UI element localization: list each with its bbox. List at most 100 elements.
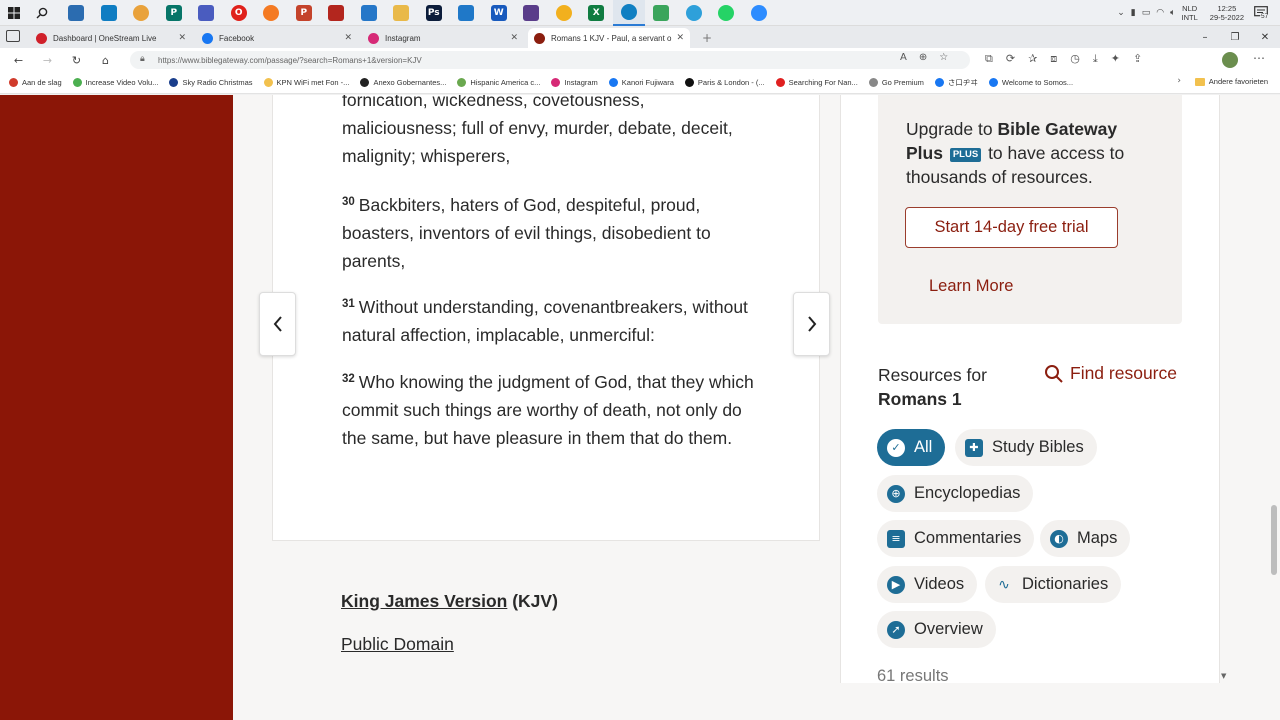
bookmark-item[interactable]: Instagram — [551, 78, 598, 87]
network-icon[interactable]: ▭ — [1142, 8, 1151, 18]
taskbar-app-excel[interactable]: X — [580, 0, 613, 26]
filter-chip-study-bibles[interactable]: ✚ Study Bibles — [955, 429, 1097, 466]
filter-chip-videos[interactable]: ▶ Videos — [877, 566, 978, 603]
taskbar-app-powerpoint[interactable]: P — [288, 0, 321, 26]
panel-scroll-down-icon[interactable]: ▼ — [1221, 672, 1226, 680]
taskbar-app-folder[interactable] — [385, 0, 418, 26]
filter-chip-maps[interactable]: ◐ Maps — [1040, 520, 1131, 557]
usb-icon[interactable]: ▮ — [1131, 8, 1136, 18]
powerpoint-icon: P — [295, 4, 312, 21]
taskbar-app-messenger[interactable] — [743, 0, 776, 26]
taskbar-app-red-app[interactable] — [320, 0, 353, 26]
profile-avatar[interactable] — [1222, 52, 1238, 68]
bookmark-item[interactable]: KPN WiFi met Fon -... — [263, 78, 349, 87]
version-link[interactable]: King James Version — [341, 591, 507, 611]
taskbar-app-edge[interactable] — [612, 0, 645, 26]
learn-more-link[interactable]: Learn More — [929, 277, 1013, 296]
filter-chip-dictionaries[interactable]: ∿ Dictionaries — [985, 566, 1122, 603]
bookmark-item[interactable]: Aan de slag — [9, 78, 62, 87]
new-tab-button[interactable]: + — [702, 31, 712, 45]
browser-tab[interactable]: Romans 1 KJV - Paul, a servant o ✕ — [528, 28, 690, 48]
tab-actions-icon[interactable] — [6, 30, 20, 42]
taskbar-app-telegram[interactable] — [678, 0, 711, 26]
taskbar-app-task-view[interactable] — [60, 0, 93, 26]
wifi-icon[interactable]: ◠ — [1156, 8, 1164, 18]
taskbar-app-mail[interactable] — [353, 0, 386, 26]
browser-tab[interactable]: Facebook ✕ — [196, 28, 358, 48]
sync-icon[interactable]: ⟳ — [1006, 52, 1015, 66]
chevron-up-icon[interactable]: ⌄ — [1117, 8, 1125, 18]
taskbar-app-photoshop[interactable]: Ps — [418, 0, 451, 26]
history-icon[interactable]: ◷ — [1070, 52, 1080, 66]
taskbar-app-firefox[interactable] — [255, 0, 288, 26]
taskbar-app-opera[interactable]: O — [223, 0, 256, 26]
back-button[interactable]: ← — [4, 54, 33, 67]
close-tab-icon[interactable]: ✕ — [676, 33, 684, 43]
favorites-icon[interactable]: ✰ — [1028, 52, 1037, 66]
volume-icon[interactable]: 🔈︎ — [1170, 8, 1175, 18]
start-button[interactable] — [0, 0, 28, 26]
find-resource-link[interactable]: Find resource — [1044, 363, 1177, 384]
language-indicator[interactable]: NLD INTL — [1182, 4, 1198, 22]
forward-button[interactable]: → — [33, 54, 62, 67]
bookmark-item[interactable]: Welcome to Somos... — [988, 78, 1073, 87]
bookmark-item[interactable]: Searching For Nan... — [775, 78, 858, 87]
page-scrollbar[interactable] — [1268, 95, 1280, 720]
taskbar-app-snip[interactable] — [190, 0, 223, 26]
taskbar-app-chat[interactable] — [645, 0, 678, 26]
home-button[interactable]: ⌂ — [91, 54, 120, 67]
bookmark-item[interactable]: Increase Video Volu... — [72, 78, 158, 87]
browser-tab[interactable]: Instagram ✕ — [362, 28, 524, 48]
minimize-button[interactable]: – — [1190, 32, 1220, 43]
copyright-link[interactable]: Public Domain — [341, 634, 454, 655]
notification-center-button[interactable]: 57 — [1254, 5, 1272, 21]
taskbar-app-publisher[interactable]: P — [158, 0, 191, 26]
more-menu-icon[interactable]: ⋯ — [1253, 51, 1265, 65]
taskbar-app-photos[interactable] — [450, 0, 483, 26]
clock[interactable]: 12:25 29-5-2022 — [1210, 4, 1244, 22]
browser-tab[interactable]: Dashboard | OneStream Live ✕ — [30, 28, 192, 48]
add-favorite-icon[interactable]: ☆ — [939, 52, 948, 63]
bookmark-item[interactable]: Hispanic America c... — [457, 78, 540, 87]
address-bar[interactable]: 🔒︎ https://www.biblegateway.com/passage/… — [130, 51, 970, 69]
bookmark-item[interactable]: Sky Radio Christmas — [169, 78, 253, 87]
search-button[interactable] — [28, 0, 56, 26]
bookmark-item[interactable]: Paris & London - (... — [684, 78, 765, 87]
close-tab-icon[interactable]: ✕ — [344, 33, 352, 43]
zoom-icon[interactable]: ⊕ — [919, 52, 927, 63]
close-tab-icon[interactable]: ✕ — [510, 33, 518, 43]
puzzle-icon[interactable]: ✦ — [1111, 52, 1120, 66]
close-window-button[interactable]: ✕ — [1250, 32, 1280, 43]
share-icon[interactable]: ⇪ — [1133, 52, 1142, 66]
bookmark-item[interactable]: さ口ヂヰ — [934, 77, 978, 88]
taskbar-app-canary[interactable] — [548, 0, 581, 26]
filter-chip-overview[interactable]: ➚ Overview — [877, 611, 996, 648]
results-count: 61 results — [877, 667, 949, 685]
previous-chapter-button[interactable] — [259, 292, 296, 356]
restore-button[interactable]: ❐ — [1220, 32, 1250, 43]
taskbar-app-video-editor[interactable] — [515, 0, 548, 26]
collections-icon[interactable]: ⧈ — [1050, 52, 1057, 66]
next-chapter-button[interactable] — [793, 292, 830, 356]
refresh-button[interactable]: ↻ — [62, 54, 91, 67]
close-tab-icon[interactable]: ✕ — [178, 33, 186, 43]
taskbar-app-store[interactable] — [93, 0, 126, 26]
filter-chip-commentaries[interactable]: ≡ Commentaries — [877, 520, 1035, 557]
bookmark-item[interactable]: Go Premium — [868, 78, 924, 87]
study-bible-icon: ✚ — [965, 438, 983, 457]
taskbar-app-word[interactable]: W — [483, 0, 516, 26]
bookmark-item[interactable]: Kanori Fujiwara — [608, 78, 674, 87]
taskbar-app-chrome[interactable] — [125, 0, 158, 26]
filter-chip-all[interactable]: ✓ All — [877, 429, 946, 466]
downloads-icon[interactable]: ⤓ — [1093, 52, 1098, 66]
scrollbar-thumb[interactable] — [1271, 505, 1277, 575]
lock-icon[interactable]: 🔒︎ — [140, 54, 145, 64]
bookmarks-overflow-icon[interactable]: › — [1177, 76, 1181, 86]
start-free-trial-button[interactable]: Start 14-day free trial — [905, 207, 1118, 248]
bookmark-item[interactable]: Anexo Gobernantes... — [360, 78, 446, 87]
read-aloud-icon[interactable]: A — [900, 52, 907, 63]
taskbar-app-whatsapp[interactable] — [710, 0, 743, 26]
extension-icon[interactable]: ⧉ — [985, 52, 993, 66]
other-favorites[interactable]: Andere favorieten — [1194, 77, 1268, 86]
filter-chip-encyclopedias[interactable]: ⊕ Encyclopedias — [877, 475, 1034, 512]
